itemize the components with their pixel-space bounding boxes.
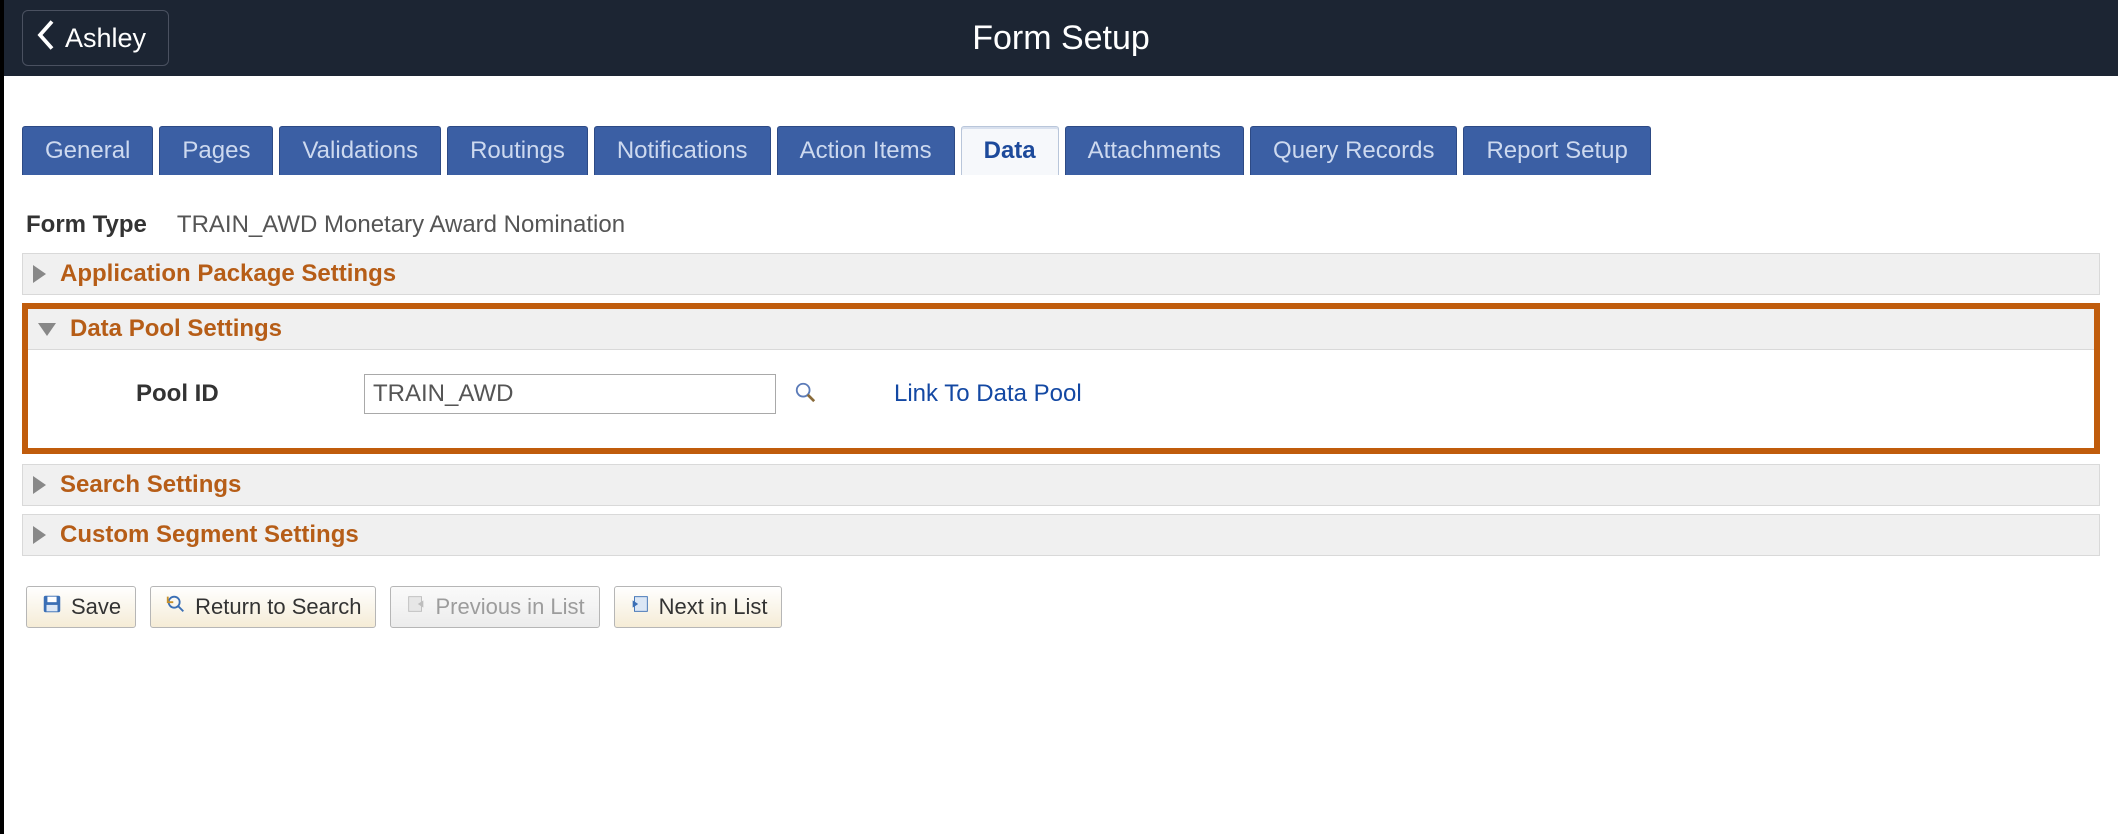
section-search: Search Settings bbox=[22, 464, 2100, 506]
button-bar: Save Return to Search Previous in List N… bbox=[26, 586, 2118, 628]
save-icon bbox=[41, 593, 63, 621]
list-next-icon bbox=[629, 593, 651, 621]
lookup-icon[interactable] bbox=[794, 381, 816, 408]
section-body-data-pool: Pool ID Link To Data Pool bbox=[28, 350, 2094, 448]
form-type-row: Form Type TRAIN_AWD Monetary Award Nomin… bbox=[26, 211, 2118, 239]
section-title: Application Package Settings bbox=[60, 260, 396, 288]
tab-report-setup[interactable]: Report Setup bbox=[1463, 126, 1650, 175]
section-toggle-custom-segment[interactable]: Custom Segment Settings bbox=[22, 514, 2100, 556]
tab-query-records[interactable]: Query Records bbox=[1250, 126, 1457, 175]
form-type-label: Form Type bbox=[26, 211, 147, 239]
chevron-right-icon bbox=[33, 526, 46, 544]
tab-data[interactable]: Data bbox=[961, 126, 1059, 175]
next-in-list-button[interactable]: Next in List bbox=[614, 586, 783, 628]
pool-id-input[interactable] bbox=[364, 374, 776, 414]
previous-in-list-button: Previous in List bbox=[390, 586, 599, 628]
tab-routings[interactable]: Routings bbox=[447, 126, 588, 175]
form-type-value: TRAIN_AWD Monetary Award Nomination bbox=[177, 211, 625, 239]
tab-bar: GeneralPagesValidationsRoutingsNotificat… bbox=[22, 126, 2118, 175]
chevron-left-icon bbox=[37, 20, 55, 57]
button-label: Previous in List bbox=[435, 594, 584, 620]
tab-pages[interactable]: Pages bbox=[159, 126, 273, 175]
section-toggle-data-pool[interactable]: Data Pool Settings bbox=[28, 309, 2094, 350]
section-toggle-app-package[interactable]: Application Package Settings bbox=[22, 253, 2100, 295]
section-data-pool-highlight: Data Pool Settings Pool ID Link To Data … bbox=[22, 303, 2100, 454]
top-bar: Ashley Form Setup bbox=[4, 0, 2118, 76]
section-toggle-search[interactable]: Search Settings bbox=[22, 464, 2100, 506]
pool-id-label: Pool ID bbox=[46, 380, 346, 408]
link-to-data-pool[interactable]: Link To Data Pool bbox=[894, 380, 1082, 408]
back-button[interactable]: Ashley bbox=[22, 10, 169, 66]
chevron-down-icon bbox=[38, 323, 56, 336]
button-label: Next in List bbox=[659, 594, 768, 620]
button-label: Return to Search bbox=[195, 594, 361, 620]
section-app-package: Application Package Settings bbox=[22, 253, 2100, 295]
section-title: Custom Segment Settings bbox=[60, 521, 359, 549]
button-label: Save bbox=[71, 594, 121, 620]
tab-action-items[interactable]: Action Items bbox=[777, 126, 955, 175]
section-title: Data Pool Settings bbox=[70, 315, 282, 343]
tab-validations[interactable]: Validations bbox=[279, 126, 441, 175]
list-prev-icon bbox=[405, 593, 427, 621]
tab-general[interactable]: General bbox=[22, 126, 153, 175]
return-to-search-button[interactable]: Return to Search bbox=[150, 586, 376, 628]
save-button[interactable]: Save bbox=[26, 586, 136, 628]
search-return-icon bbox=[165, 593, 187, 621]
tab-attachments[interactable]: Attachments bbox=[1065, 126, 1244, 175]
tab-notifications[interactable]: Notifications bbox=[594, 126, 771, 175]
section-custom-segment: Custom Segment Settings bbox=[22, 514, 2100, 556]
section-title: Search Settings bbox=[60, 471, 241, 499]
chevron-right-icon bbox=[33, 476, 46, 494]
page-title: Form Setup bbox=[972, 19, 1150, 58]
back-label: Ashley bbox=[65, 23, 146, 54]
chevron-right-icon bbox=[33, 265, 46, 283]
